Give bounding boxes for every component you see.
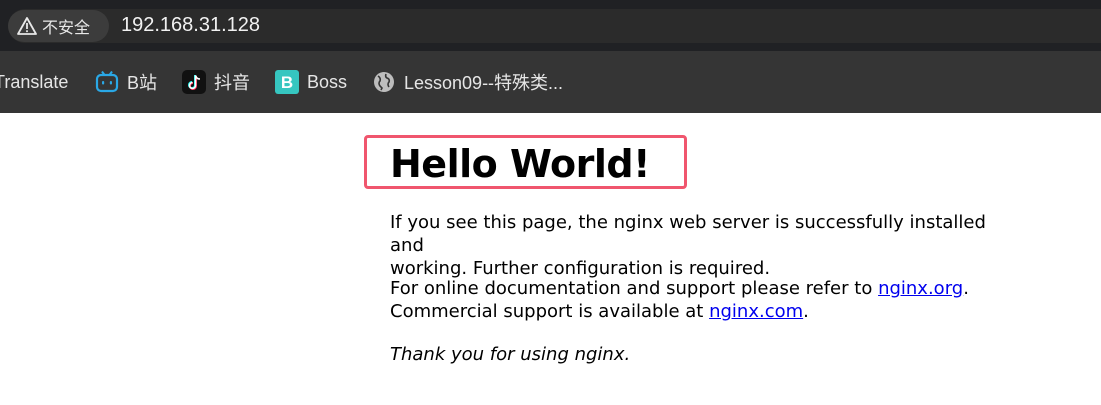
- nginx-org-link[interactable]: nginx.org: [878, 278, 963, 299]
- support-text-4: .: [803, 301, 809, 322]
- bookmark-label: B站: [127, 73, 158, 93]
- intro-line-2: working. Further configuration is requir…: [390, 258, 771, 279]
- bookmark-douyin[interactable]: 抖音: [182, 69, 250, 95]
- bookmark-bilibili[interactable]: B站: [95, 69, 157, 95]
- browser-toolbar: 不安全 192.168.31.128: [0, 0, 1101, 51]
- bookmark-label: 抖音: [214, 73, 250, 93]
- bookmarks-bar: Translate B站 抖音 B Boss Lesson09--特殊类...: [0, 51, 1101, 113]
- security-label: 不安全: [42, 18, 91, 37]
- page-title: Hello World!: [390, 142, 650, 186]
- page-content: Hello World! If you see this page, the n…: [0, 113, 1101, 405]
- thank-you-text: Thank you for using nginx.: [390, 344, 631, 365]
- nginx-com-link[interactable]: nginx.com: [709, 301, 803, 322]
- bookmark-translate[interactable]: Translate: [0, 69, 68, 95]
- bookmark-lesson09[interactable]: Lesson09--特殊类...: [372, 69, 563, 95]
- url-text[interactable]: 192.168.31.128: [121, 12, 260, 38]
- svg-text:B: B: [281, 73, 293, 92]
- boss-icon: B: [275, 70, 299, 94]
- support-paragraph: For online documentation and support ple…: [390, 277, 1010, 323]
- globe-icon: [374, 72, 394, 92]
- support-text-1: For online documentation and support ple…: [390, 278, 879, 299]
- intro-line-1: If you see this page, the nginx web serv…: [390, 212, 986, 256]
- warning-icon: [17, 17, 37, 35]
- bookmark-label: Boss: [307, 71, 348, 92]
- bookmark-boss[interactable]: B Boss: [275, 69, 347, 95]
- douyin-icon: [182, 70, 206, 94]
- bookmark-label: Translate: [0, 71, 69, 92]
- support-text-2: .: [963, 278, 969, 299]
- support-text-3: Commercial support is available at: [390, 301, 710, 322]
- bookmark-label: Lesson09--特殊类...: [404, 73, 564, 93]
- bilibili-icon: [95, 70, 119, 93]
- intro-paragraph: If you see this page, the nginx web serv…: [390, 211, 1010, 280]
- security-indicator[interactable]: 不安全: [8, 10, 109, 42]
